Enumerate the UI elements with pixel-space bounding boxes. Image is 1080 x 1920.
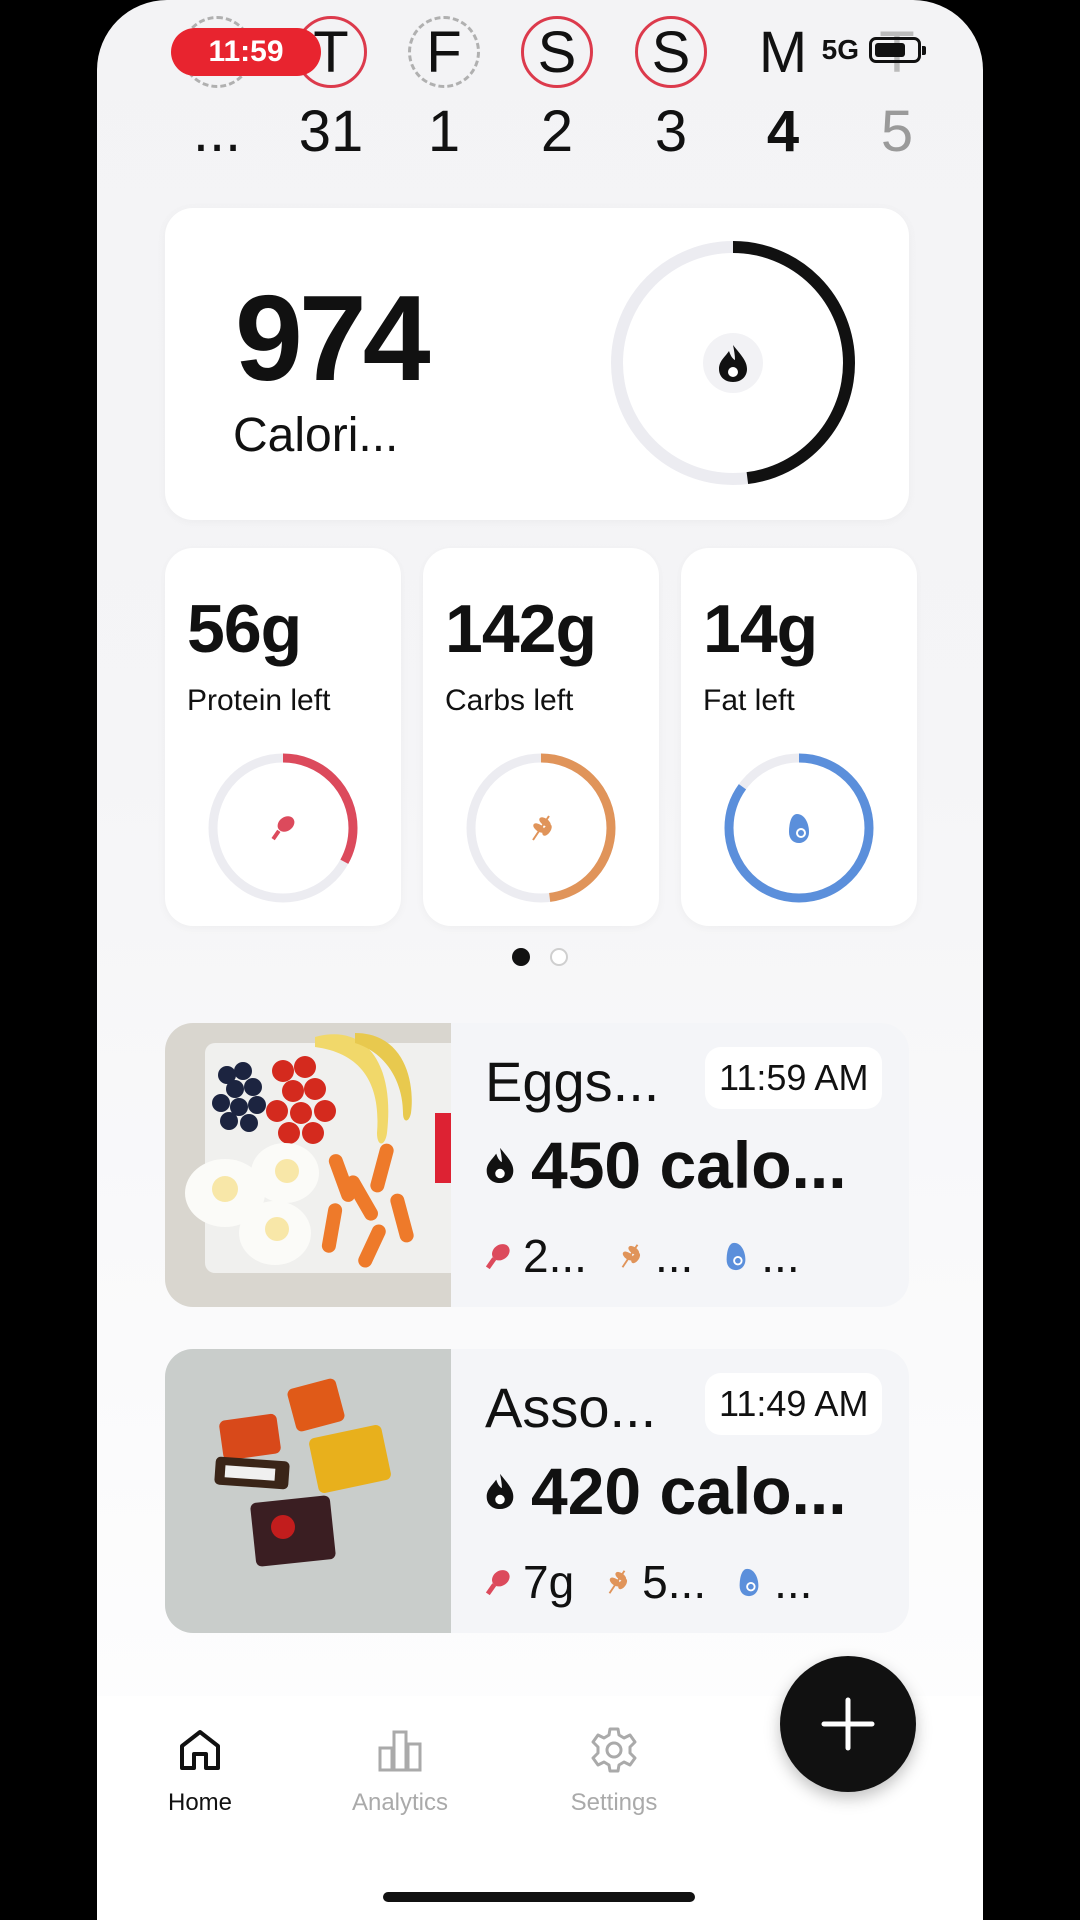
fat-value: 14g	[703, 591, 818, 667]
wheat-icon	[608, 1570, 628, 1594]
food-photo-candy	[165, 1349, 451, 1633]
day-ring: S	[635, 16, 707, 88]
entry-macros: 2... ... ...	[483, 1229, 828, 1283]
day-ring: F	[408, 16, 480, 88]
day-item[interactable]: F 1	[404, 16, 484, 165]
entry-calories: 420 calo...	[483, 1453, 847, 1529]
entry-carbs: 5...	[602, 1555, 706, 1609]
food-photo-eggs	[165, 1023, 451, 1307]
carbs-label: Carbs left	[445, 684, 574, 717]
page-dot-active[interactable]	[512, 948, 530, 966]
day-weekday: S	[537, 19, 577, 85]
plus-icon	[821, 1697, 875, 1751]
entry-time: 11:59 AM	[705, 1047, 883, 1109]
entry-fat-value: ...	[761, 1230, 800, 1282]
entry-calories-value: 450 calo...	[531, 1128, 847, 1202]
app-screen: W ... T 31 F 1 S 2 S 3 M 4 T 5 11:59 5G	[97, 0, 983, 1920]
day-date: 4	[766, 99, 800, 164]
day-date: ...	[192, 99, 242, 164]
fat-card[interactable]: 14g Fat left	[681, 548, 917, 926]
entry-protein-value: 7g	[523, 1556, 575, 1608]
status-indicators: 5G	[821, 34, 926, 66]
battery-icon	[869, 37, 926, 63]
wheat-icon	[532, 815, 552, 841]
carbs-ring	[466, 753, 616, 903]
day-weekday: F	[426, 19, 462, 85]
fat-ring	[724, 753, 874, 903]
battery-fill	[875, 43, 905, 57]
nav-analytics-label: Analytics	[351, 1789, 449, 1816]
protein-value: 56g	[187, 591, 302, 667]
add-food-button[interactable]	[780, 1656, 916, 1792]
entry-calories-value: 420 calo...	[531, 1454, 847, 1528]
carbs-card[interactable]: 142g Carbs left	[423, 548, 659, 926]
status-time: 11:59	[171, 28, 321, 76]
nav-analytics[interactable]: Analytics	[320, 1724, 480, 1817]
flame-icon	[486, 1473, 514, 1510]
day-weekday: S	[651, 19, 691, 85]
nav-settings[interactable]: Settings	[534, 1724, 694, 1817]
entry-carbs: ...	[615, 1229, 693, 1283]
day-item[interactable]: S 2	[517, 16, 597, 165]
entry-protein: 7g	[483, 1555, 574, 1609]
entry-name: Eggs...	[485, 1050, 660, 1113]
carbs-value: 142g	[445, 591, 597, 667]
protein-card[interactable]: 56g Protein left	[165, 548, 401, 926]
fat-label: Fat left	[703, 684, 795, 717]
entry-protein-value: 2...	[523, 1230, 587, 1282]
gear-icon	[591, 1727, 637, 1773]
day-item-selected[interactable]: M 4	[743, 16, 823, 165]
entry-macros: 7g 5... ...	[483, 1555, 840, 1609]
food-entry[interactable]: Eggs... 11:59 AM 450 calo... 2... ... ..…	[165, 1023, 909, 1307]
day-date: 2	[540, 99, 574, 164]
day-item[interactable]: S 3	[631, 16, 711, 165]
avocado-icon	[739, 1568, 759, 1597]
protein-ring	[208, 753, 358, 903]
day-weekday: M	[758, 19, 808, 85]
entry-calories: 450 calo...	[483, 1127, 847, 1203]
home-icon	[180, 1730, 220, 1770]
drumstick-icon	[271, 816, 295, 841]
day-ring: M	[747, 16, 819, 88]
day-date: 5	[880, 99, 914, 164]
entry-fat-value: ...	[774, 1556, 813, 1608]
entry-carbs-value: 5...	[642, 1556, 707, 1608]
nav-settings-label: Settings	[570, 1789, 658, 1816]
page-dot[interactable]	[550, 948, 568, 966]
home-indicator[interactable]	[383, 1892, 695, 1902]
drumstick-icon	[485, 1244, 510, 1270]
entry-protein: 2...	[483, 1229, 587, 1283]
drumstick-icon	[485, 1570, 510, 1596]
protein-label: Protein left	[187, 684, 331, 717]
day-ring: S	[521, 16, 593, 88]
calories-ring	[611, 241, 855, 485]
entry-fat: ...	[734, 1555, 812, 1609]
calories-label: Calori...	[233, 409, 399, 462]
day-date: 31	[298, 99, 364, 164]
entry-time: 11:49 AM	[705, 1373, 883, 1435]
nav-home-label: Home	[167, 1789, 233, 1816]
avocado-icon	[789, 814, 809, 843]
entry-fat: ...	[721, 1229, 800, 1283]
flame-icon	[486, 1147, 514, 1184]
calories-value: 974	[235, 270, 431, 406]
wheat-icon	[621, 1244, 640, 1268]
bar-chart-icon	[378, 1730, 422, 1772]
day-date: 3	[654, 99, 688, 164]
calories-card[interactable]: 974 Calori...	[165, 208, 909, 520]
network-label: 5G	[821, 34, 859, 65]
entry-name: Asso...	[485, 1376, 657, 1439]
battery-tip	[922, 46, 926, 55]
nav-home[interactable]: Home	[120, 1724, 280, 1817]
entry-carbs-value: ...	[654, 1230, 694, 1282]
avocado-icon	[726, 1242, 746, 1271]
page-indicator[interactable]	[512, 948, 568, 966]
food-entry[interactable]: Asso... 11:49 AM 420 calo... 7g 5... ...	[165, 1349, 909, 1633]
day-date: 1	[427, 99, 461, 164]
